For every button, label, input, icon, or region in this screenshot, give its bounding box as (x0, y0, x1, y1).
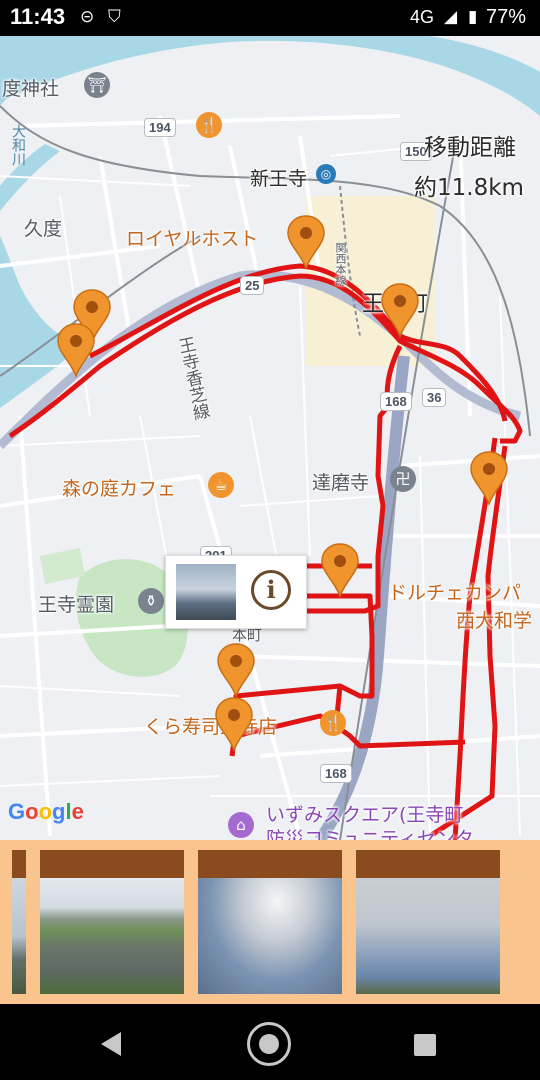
royal-host-label: ロイヤルホスト (126, 228, 259, 250)
photo-strip[interactable] (0, 840, 540, 1004)
photo-card-0[interactable] (12, 850, 26, 994)
status-bar: 11:43 ⊝ ⛉ 4G ◢ ▮ 77% (0, 0, 540, 36)
system-navigation-bar (0, 1004, 540, 1080)
photo-pin-4[interactable] (380, 282, 420, 338)
photo-info-window[interactable]: i (165, 555, 307, 629)
route-shield-25: 25 (240, 276, 265, 295)
river-label: 大和川 (10, 124, 26, 166)
cafe-icon[interactable]: ☕ (208, 472, 234, 498)
photo-pin-5[interactable] (469, 450, 509, 506)
photo-card-2[interactable] (198, 850, 342, 994)
photo-pin-2[interactable] (56, 322, 96, 378)
route-shield-194: 194 (144, 118, 176, 137)
restaurant-icon[interactable]: 🍴 (196, 112, 222, 138)
izumi-square-label: いずみスクエア(王寺町 (266, 804, 464, 826)
cemetery-label: 王寺霊園 (38, 594, 115, 616)
photo-pin-8[interactable] (214, 696, 254, 752)
shrine-icon[interactable]: ⛩ (84, 72, 110, 98)
photo-image[interactable] (356, 878, 500, 994)
photo-pin-7[interactable] (216, 642, 256, 698)
route-shield-168b: 168 (320, 764, 352, 783)
railway-line-label: 関西本線 (334, 242, 347, 286)
cemetery-icon[interactable]: ⚱ (138, 588, 164, 614)
shin-oji-station-label: 新王寺 (250, 168, 308, 190)
shield-icon: ⛉ (108, 7, 121, 27)
distance-value: 約11.8km (414, 175, 524, 201)
dolce-label: ドルチェカンパ (388, 582, 522, 604)
photo-thumbnail[interactable] (176, 564, 236, 620)
photo-card-header (198, 850, 342, 878)
network-type: 4G (410, 7, 435, 27)
cafe-label: 森の庭カフェ (62, 478, 177, 500)
photo-card-header (40, 850, 184, 878)
signal-icon: ◢ (444, 7, 458, 27)
back-icon[interactable] (101, 1032, 121, 1056)
map-view[interactable]: 度神社 ⛩ 大和川 久度 ロイヤルホスト 🍴 新王寺 ◎ 王寺香芝線 関西本線 … (0, 36, 540, 840)
restaurant-icon-kura[interactable]: 🍴 (320, 710, 346, 736)
battery-icon: ▮ (468, 7, 478, 27)
kudo-label: 久度 (24, 218, 63, 240)
temple-icon[interactable]: 卍 (390, 466, 416, 492)
data-saver-icon: ⊝ (80, 7, 95, 27)
photo-card-header (356, 850, 500, 878)
clock: 11:43 (10, 4, 66, 29)
photo-image[interactable] (198, 878, 342, 994)
photo-card-1[interactable] (40, 850, 184, 994)
google-logo: Google (8, 799, 84, 824)
recent-apps-icon[interactable] (414, 1034, 436, 1056)
route-shield-36: 36 (422, 388, 447, 407)
nishi-yamato-label: 西大和学 (456, 610, 533, 632)
photo-image[interactable] (12, 878, 26, 994)
distance-label: 移動距離 (424, 135, 516, 161)
izumi-sub-label: 防災コミュニティセンタ (266, 828, 474, 840)
kura-sushi-label: くら寿司王寺店 (144, 716, 278, 738)
battery-percent: 77% (486, 6, 527, 28)
route-shield-168a: 168 (380, 392, 412, 411)
station-icon[interactable]: ◎ (316, 164, 336, 184)
photo-card-3[interactable] (356, 850, 500, 994)
shrine-label: 度神社 (2, 78, 60, 100)
photo-pin-3[interactable] (286, 214, 326, 270)
photo-card-header (12, 850, 26, 878)
facility-icon[interactable]: ⌂ (228, 812, 254, 838)
daruma-temple-label: 達磨寺 (312, 472, 370, 494)
photo-pin-6[interactable] (320, 542, 360, 598)
info-icon[interactable]: i (251, 570, 291, 610)
photo-image[interactable] (40, 878, 184, 994)
home-icon[interactable] (247, 1022, 291, 1066)
